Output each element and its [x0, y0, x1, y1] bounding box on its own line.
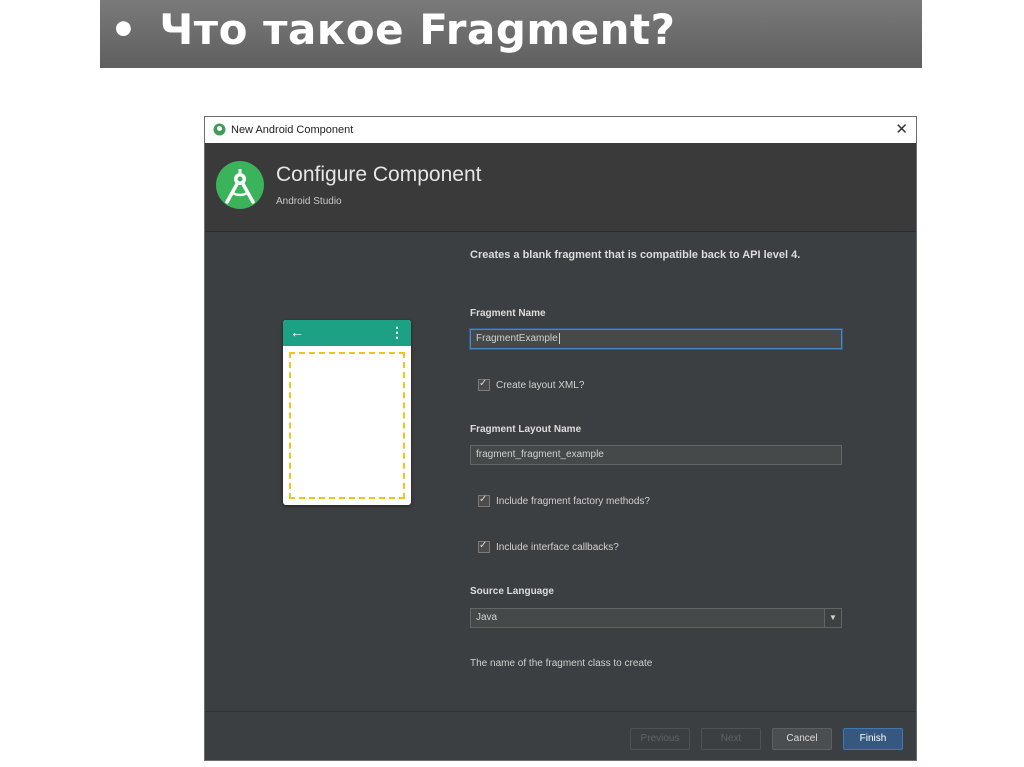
finish-button[interactable]: Finish	[843, 728, 903, 750]
checkbox-checked-icon	[478, 539, 490, 554]
bullet: •	[110, 5, 138, 54]
window-title: New Android Component	[231, 124, 354, 136]
create-layout-xml-checkbox[interactable]: Create layout XML?	[478, 377, 585, 393]
fragment-placeholder	[289, 352, 405, 499]
slide-title: • Что такое Fragment?	[110, 2, 675, 58]
fragment-layout-name-value: fragment_fragment_example	[476, 449, 604, 460]
fragment-name-value: FragmentExample	[476, 333, 558, 344]
fragment-layout-name-label: Fragment Layout Name	[470, 424, 582, 435]
fragment-preview: ← ⋮	[283, 320, 411, 505]
dropdown-arrow-icon[interactable]: ▼	[824, 609, 841, 627]
include-interface-callbacks-label: Include interface callbacks?	[496, 542, 619, 553]
cancel-button[interactable]: Cancel	[772, 728, 832, 750]
android-studio-logo	[216, 161, 264, 209]
new-android-component-dialog: New Android Component ✕ Configure Compon…	[204, 116, 917, 761]
fragment-layout-name-input[interactable]: fragment_fragment_example	[470, 445, 842, 465]
slide-title-text: Что такое Fragment?	[159, 5, 676, 54]
source-language-select[interactable]: Java ▼	[470, 608, 842, 628]
previous-button[interactable]: Previous	[630, 728, 690, 750]
include-factory-methods-label: Include fragment factory methods?	[496, 496, 650, 507]
dialog-titlebar: New Android Component ✕	[205, 117, 916, 144]
checkbox-checked-icon	[478, 493, 490, 508]
include-factory-methods-checkbox[interactable]: Include fragment factory methods?	[478, 493, 650, 509]
text-caret	[558, 332, 560, 344]
android-studio-icon	[213, 123, 226, 136]
next-button[interactable]: Next	[701, 728, 761, 750]
create-layout-xml-label: Create layout XML?	[496, 380, 585, 391]
overflow-menu-icon: ⋮	[390, 324, 404, 340]
field-hint: The name of the fragment class to create	[470, 658, 653, 669]
dialog-footer: Previous Next Cancel Finish	[205, 711, 916, 760]
dialog-header: Configure Component Android Studio	[205, 143, 916, 232]
fragment-name-input[interactable]: FragmentExample	[470, 329, 842, 349]
source-language-label: Source Language	[470, 586, 554, 597]
component-description: Creates a blank fragment that is compati…	[470, 249, 801, 261]
preview-app-bar: ← ⋮	[283, 320, 411, 346]
close-icon[interactable]: ✕	[895, 117, 908, 143]
source-language-value: Java	[476, 612, 498, 623]
header-subtitle: Android Studio	[276, 196, 342, 207]
fragment-name-label: Fragment Name	[470, 308, 546, 319]
checkbox-checked-icon	[478, 377, 490, 392]
back-arrow-icon: ←	[290, 324, 304, 340]
header-title: Configure Component	[276, 163, 482, 186]
include-interface-callbacks-checkbox[interactable]: Include interface callbacks?	[478, 539, 619, 555]
